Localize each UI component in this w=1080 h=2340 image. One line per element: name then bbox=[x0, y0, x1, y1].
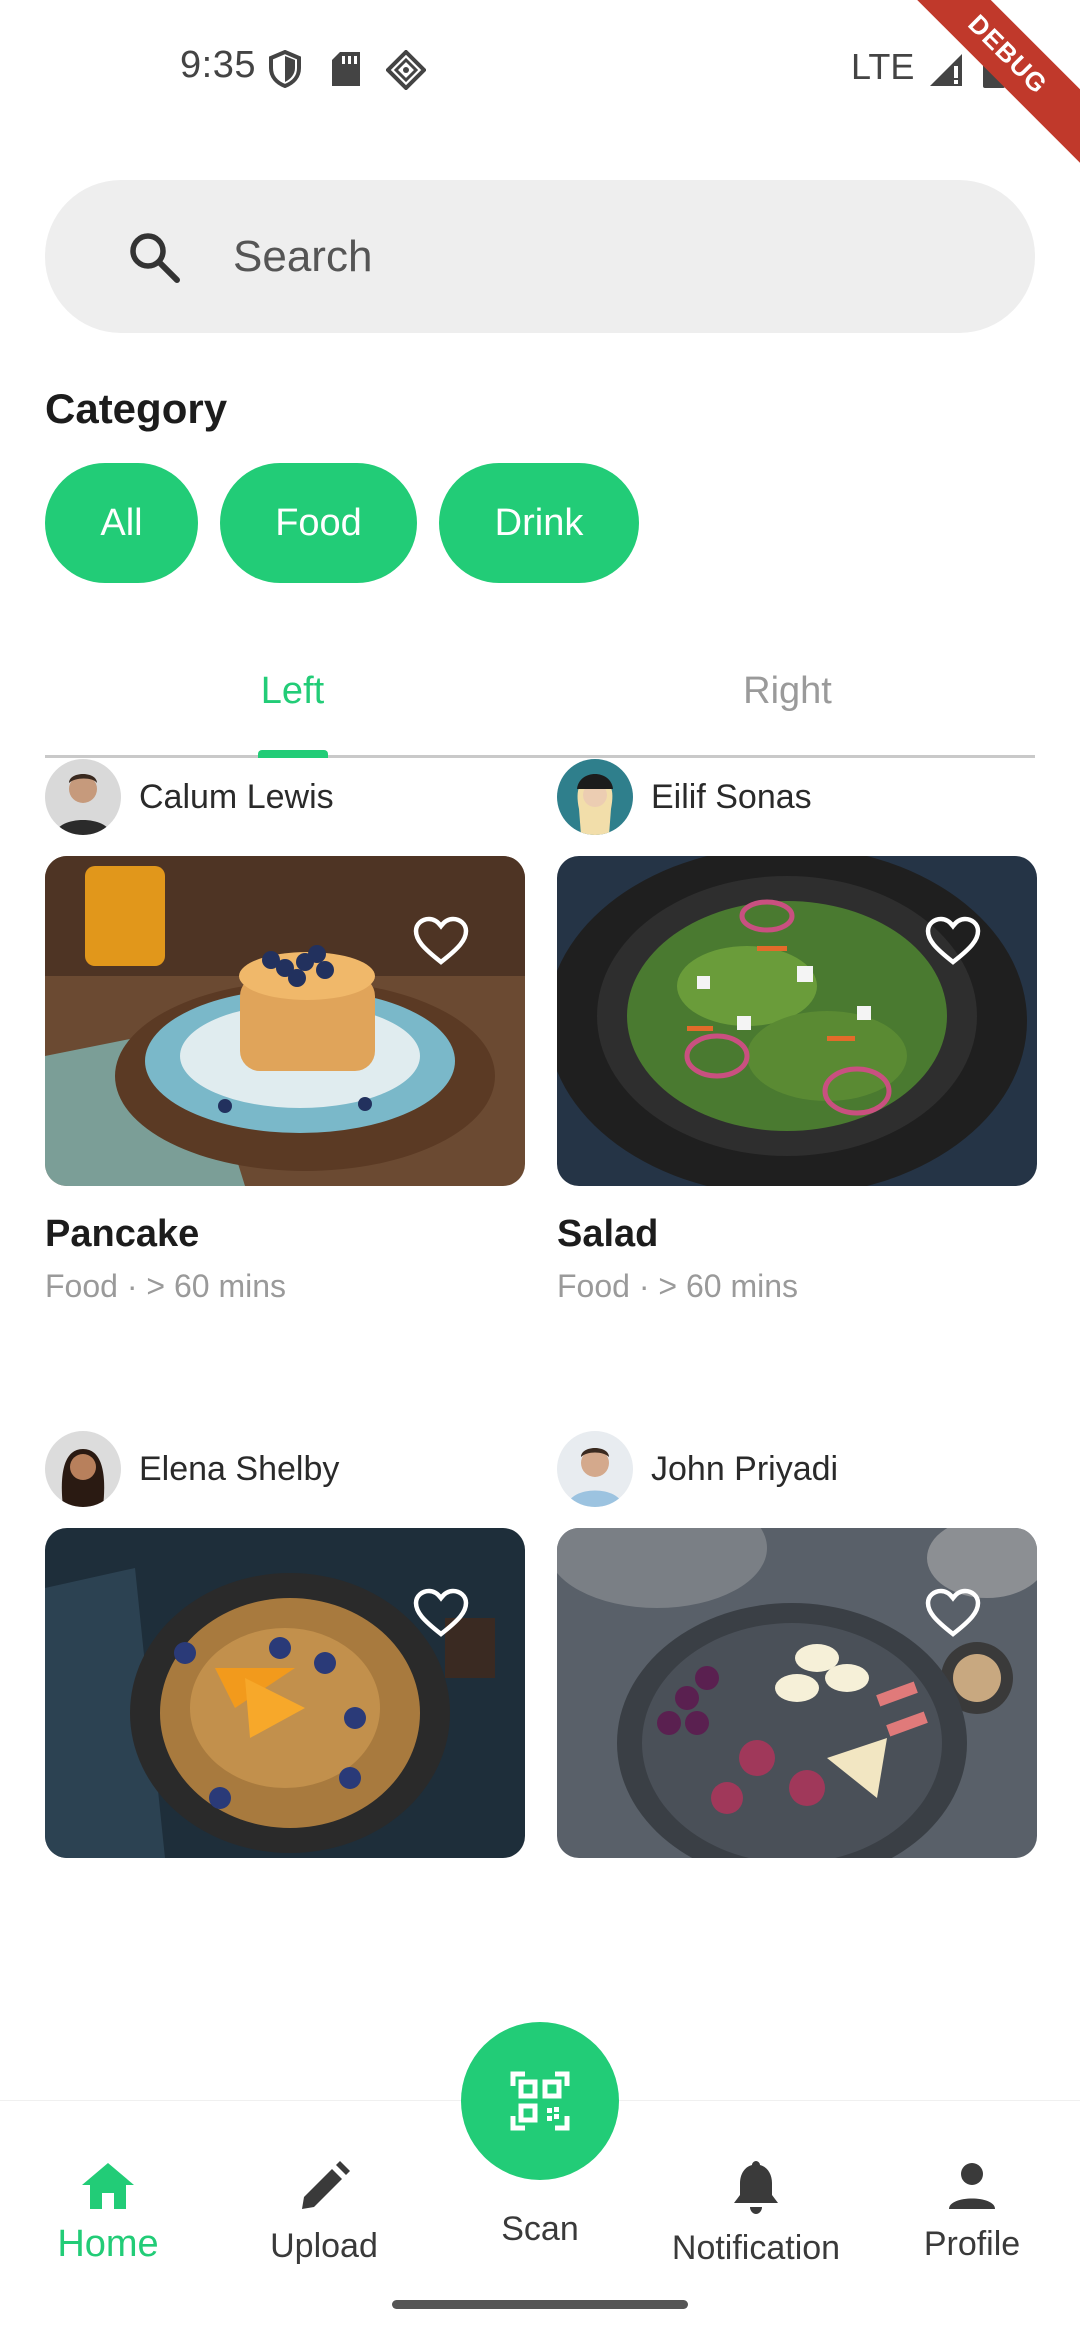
pencil-icon bbox=[302, 2161, 350, 2209]
tab-indicator bbox=[258, 750, 328, 758]
category-chips: All Food Drink bbox=[45, 463, 639, 583]
avatar bbox=[45, 1431, 121, 1507]
tab-right-label: Right bbox=[743, 670, 832, 712]
scan-button[interactable] bbox=[461, 2022, 619, 2180]
nav-label-notification: Notification bbox=[671, 2229, 841, 2267]
chip-all[interactable]: All bbox=[45, 463, 198, 583]
author-name: Calum Lewis bbox=[139, 777, 334, 816]
favorite-heart-icon[interactable] bbox=[413, 916, 469, 966]
recipe-image[interactable] bbox=[45, 1528, 525, 1858]
nav-home[interactable]: Home bbox=[0, 2131, 216, 2266]
signal-icon bbox=[930, 54, 962, 86]
bell-icon bbox=[734, 2161, 778, 2214]
search-input[interactable] bbox=[233, 218, 993, 296]
person-icon bbox=[949, 2163, 995, 2209]
sd-card-icon bbox=[332, 52, 360, 86]
category-title: Category bbox=[45, 385, 228, 432]
favorite-heart-icon[interactable] bbox=[413, 1588, 469, 1638]
debug-banner: DEBUG bbox=[883, 0, 1080, 179]
tab-left[interactable]: Left bbox=[45, 640, 540, 758]
home-gesture-bar bbox=[392, 2300, 688, 2309]
card-author[interactable]: Eilif Sonas bbox=[557, 758, 812, 836]
nav-notification[interactable]: Notification bbox=[648, 2131, 864, 2268]
network-type: LTE bbox=[851, 46, 915, 87]
tab-bar: Left Right bbox=[45, 640, 1035, 758]
card-author[interactable]: Calum Lewis bbox=[45, 758, 334, 836]
nav-label-scan: Scan bbox=[501, 2210, 579, 2248]
shield-icon bbox=[269, 50, 301, 88]
tab-right[interactable]: Right bbox=[540, 640, 1035, 755]
recipe-image[interactable] bbox=[45, 856, 525, 1186]
nav-label-home: Home bbox=[57, 2223, 159, 2265]
recipe-meta: Food · > 60 mins bbox=[557, 1268, 798, 1304]
location-diamond-icon bbox=[386, 50, 426, 90]
status-bar: 9:35 LTE DEBUG bbox=[0, 0, 1080, 179]
recipe-title: Pancake bbox=[45, 1213, 200, 1255]
avatar bbox=[557, 759, 633, 835]
avatar bbox=[557, 1431, 633, 1507]
tab-left-label: Left bbox=[260, 670, 325, 712]
author-name: John Priyadi bbox=[651, 1449, 839, 1488]
recipe-card[interactable]: Elena Shelby bbox=[45, 1430, 525, 1860]
recipe-card[interactable]: John Priyadi bbox=[557, 1430, 1037, 1860]
author-name: Elena Shelby bbox=[139, 1449, 340, 1488]
home-icon bbox=[82, 2163, 134, 2209]
status-time: 9:35 bbox=[180, 44, 256, 86]
nav-upload[interactable]: Upload bbox=[216, 2131, 432, 2266]
favorite-heart-icon[interactable] bbox=[925, 1588, 981, 1638]
recipe-title: Salad bbox=[557, 1213, 659, 1255]
chip-drink[interactable]: Drink bbox=[439, 463, 639, 583]
avatar bbox=[45, 759, 121, 835]
nav-label-profile: Profile bbox=[923, 2225, 1021, 2263]
nav-label-upload: Upload bbox=[270, 2227, 378, 2265]
card-author[interactable]: Elena Shelby bbox=[45, 1430, 339, 1508]
recipe-image[interactable] bbox=[557, 856, 1037, 1186]
card-author[interactable]: John Priyadi bbox=[557, 1430, 838, 1508]
author-name: Eilif Sonas bbox=[651, 777, 812, 816]
favorite-heart-icon[interactable] bbox=[925, 916, 981, 966]
recipe-card[interactable]: Eilif Sonas Salad Food · > 60 mins bbox=[557, 758, 1037, 1328]
search-bar[interactable] bbox=[45, 180, 1035, 333]
nav-profile[interactable]: Profile bbox=[864, 2131, 1080, 2264]
chip-food[interactable]: Food bbox=[220, 463, 417, 583]
recipe-card[interactable]: Calum Lewis Pancake Food · > 60 mins bbox=[45, 758, 525, 1328]
recipe-image[interactable] bbox=[557, 1528, 1037, 1858]
recipe-meta: Food · > 60 mins bbox=[45, 1268, 286, 1304]
qr-scan-icon bbox=[510, 2071, 570, 2131]
search-icon bbox=[130, 233, 180, 283]
